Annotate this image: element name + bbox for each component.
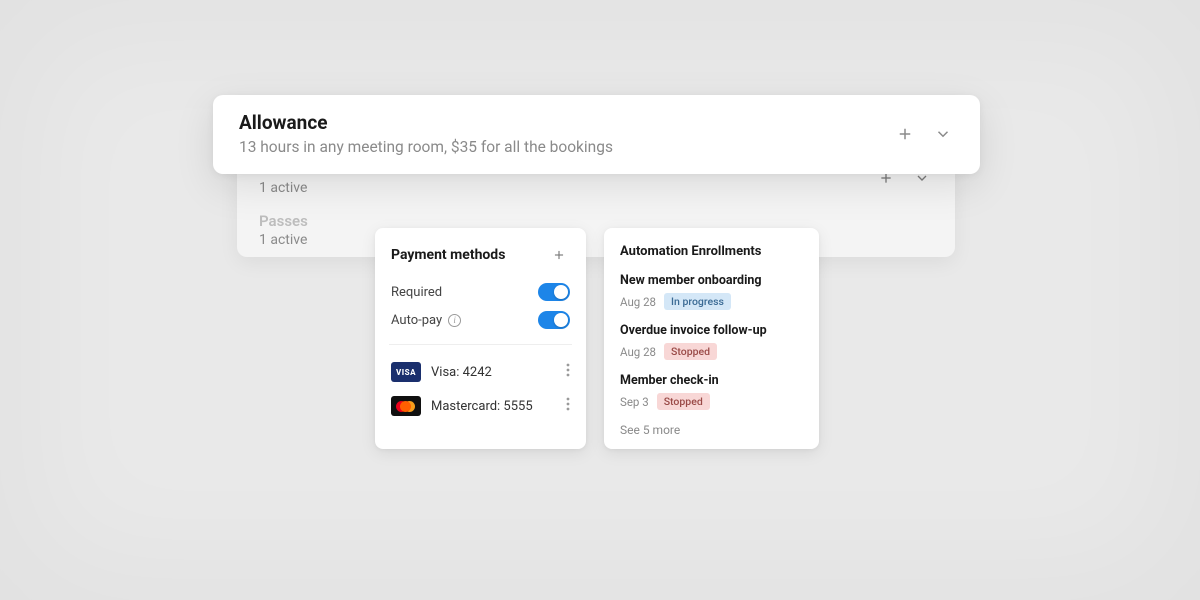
payment-methods-heading: Payment methods [391,247,505,263]
status-badge: Stopped [664,343,717,360]
payment-method-row: VISA Visa: 4242 [391,355,570,389]
autopay-setting-row: Auto-pay i [391,306,570,334]
kebab-icon [566,397,570,411]
automation-item[interactable]: Member check-in Sep 3 Stopped [620,373,803,410]
mastercard-logo-icon [391,396,421,416]
payment-method-menu-button[interactable] [566,397,570,415]
required-toggle[interactable] [538,283,570,301]
allowance-card: Allowance 13 hours in any meeting room, … [213,95,980,174]
automation-enrollments-card: Automation Enrollments New member onboar… [604,228,819,449]
required-setting-row: Required [391,278,570,306]
payment-method-name: Mastercard: 5555 [431,399,556,414]
automation-item-name: Overdue invoice follow-up [620,323,803,338]
kebab-icon [566,363,570,377]
allowance-expand-button[interactable] [932,123,954,145]
visa-logo-icon: VISA [391,362,421,382]
see-more-link[interactable]: See 5 more [620,423,803,437]
automation-item-date: Aug 28 [620,345,656,359]
required-label: Required [391,285,442,300]
status-badge: Stopped [657,393,710,410]
automation-item[interactable]: New member onboarding Aug 28 In progress [620,273,803,310]
automation-item-name: Member check-in [620,373,803,388]
automation-item-date: Sep 3 [620,395,649,409]
allowance-subtitle: 13 hours in any meeting room, $35 for al… [239,138,613,156]
plus-icon [896,125,914,143]
autopay-toggle[interactable] [538,311,570,329]
info-icon[interactable]: i [448,314,461,327]
toggle-knob [554,313,568,327]
payment-method-row: Mastercard: 5555 [391,389,570,423]
toggle-knob [554,285,568,299]
automation-item-date: Aug 28 [620,295,656,309]
automation-item[interactable]: Overdue invoice follow-up Aug 28 Stopped [620,323,803,360]
payment-method-name: Visa: 4242 [431,365,556,380]
plus-icon [552,248,566,262]
divider [389,344,572,345]
allowance-title: Allowance [239,111,613,134]
passes-subtitle: 1 active [259,232,307,248]
automation-item-name: New member onboarding [620,273,803,288]
payment-methods-card: Payment methods Required Auto-pay i VISA… [375,228,586,449]
add-payment-method-button[interactable] [548,244,570,266]
passes-title: Passes [237,205,955,230]
payment-method-menu-button[interactable] [566,363,570,381]
autopay-label: Auto-pay [391,313,442,328]
allowance-add-button[interactable] [894,123,916,145]
chevron-down-icon [934,125,952,143]
automation-heading: Automation Enrollments [620,244,803,259]
status-badge: In progress [664,293,731,310]
detail-cards-row: Payment methods Required Auto-pay i VISA… [375,228,819,449]
plans-subtitle: 1 active [259,180,307,196]
